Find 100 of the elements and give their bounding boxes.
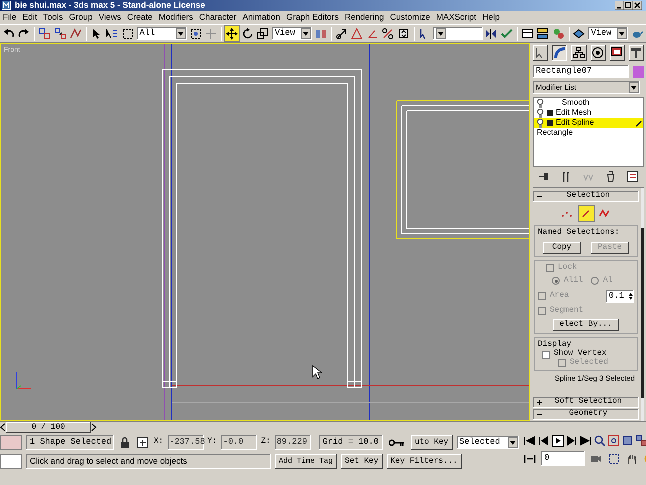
key-mode-dropdown[interactable]: Selected — [456, 436, 519, 449]
menu-item[interactable]: MAXScript — [433, 11, 480, 24]
coordinate-label: Z: — [261, 438, 271, 447]
dropdown-arrow-icon[interactable] — [178, 32, 184, 36]
select-by-button[interactable]: elect By... — [553, 319, 619, 332]
named-selection-dropdown[interactable] — [433, 27, 483, 40]
play-icon[interactable] — [552, 435, 564, 447]
scrollbar[interactable] — [641, 188, 644, 421]
set-key-button[interactable]: Set Key — [341, 454, 383, 469]
menu-item[interactable]: Graph Editors — [284, 11, 342, 24]
display-icon[interactable] — [610, 45, 625, 61]
menu-item[interactable]: File — [0, 11, 20, 24]
object-name-field[interactable]: Rectangle07 — [533, 65, 629, 78]
rollout-header[interactable]: Geometry — [533, 409, 639, 420]
light-bulb-icon[interactable] — [537, 108, 544, 118]
menu-item[interactable]: Help — [480, 11, 503, 24]
modifier-stack-item[interactable]: Edit Mesh — [534, 108, 643, 118]
unlink-icon[interactable] — [54, 26, 68, 41]
menu-item[interactable]: Group — [66, 11, 96, 24]
lock-icon[interactable] — [119, 436, 131, 448]
modifier-stack-item[interactable]: Edit Spline — [534, 118, 643, 128]
modifier-stack-item[interactable]: Rectangle — [534, 128, 643, 138]
dropdown-arrow-icon[interactable] — [303, 32, 310, 36]
frame-counter[interactable]: 0 / 100 — [6, 422, 91, 433]
scale-icon[interactable] — [256, 26, 270, 41]
link-icon[interactable] — [38, 26, 52, 41]
render-type-dropdown[interactable]: View — [588, 27, 628, 40]
key-filters-button[interactable]: Key Filters... — [386, 454, 462, 469]
menu-item[interactable]: Customize — [387, 11, 434, 24]
rotate-icon[interactable] — [240, 26, 254, 41]
frame-mode-icon[interactable] — [524, 452, 536, 464]
trash-icon[interactable] — [604, 171, 617, 184]
select-by-name-icon[interactable] — [106, 26, 120, 41]
rollout-header[interactable]: Selection — [533, 191, 639, 202]
zoom-icon[interactable] — [594, 435, 606, 447]
checkbox[interactable] — [542, 350, 550, 359]
key-icon[interactable] — [388, 438, 405, 446]
absolute-mode-icon[interactable] — [137, 436, 149, 448]
pencil-icon — [635, 120, 643, 126]
coordinate-field[interactable]: -0.0 — [221, 435, 258, 450]
move-icon[interactable] — [225, 26, 239, 41]
region-zoom-icon[interactable] — [608, 452, 620, 464]
menu-item[interactable]: Views — [96, 11, 124, 24]
menu-item[interactable]: Create — [124, 11, 156, 24]
hierarchy-icon[interactable] — [571, 45, 587, 61]
window-crossing-icon[interactable] — [188, 26, 203, 41]
region-icon[interactable] — [121, 26, 135, 41]
menu-item[interactable]: Edit — [20, 11, 40, 24]
mirror-icon[interactable] — [484, 26, 498, 41]
named-selection-button[interactable]: Copy — [543, 242, 581, 254]
menu-item[interactable]: Rendering — [342, 11, 388, 24]
pan-hand-icon[interactable] — [626, 452, 638, 464]
modifier-stack-item[interactable]: Smooth — [534, 98, 643, 108]
rollout-header[interactable]: Soft Selection — [533, 397, 639, 408]
coordinate-label: Y: — [208, 438, 218, 447]
color-swatch — [0, 454, 22, 469]
radio-label: Al — [603, 276, 613, 286]
go-to-start-icon[interactable] — [524, 435, 536, 447]
object-color-swatch[interactable] — [633, 66, 644, 78]
coordinate-field[interactable]: 89.229 — [274, 435, 311, 450]
coordinate-field[interactable]: -237.58 — [168, 435, 204, 450]
motion-icon[interactable] — [590, 45, 606, 61]
selection-filter-dropdown[interactable]: All — [136, 27, 187, 40]
menu-item[interactable]: Character — [196, 11, 240, 24]
checkbox-label: Show Vertex — [554, 350, 607, 358]
zoom-extents-all-icon[interactable] — [636, 435, 646, 447]
color-swatch — [0, 435, 22, 450]
modify-icon[interactable] — [552, 45, 568, 61]
auto-key-button[interactable]: uto Key — [410, 435, 453, 450]
coordinate-system-dropdown[interactable]: View — [272, 27, 312, 40]
maximize-button[interactable] — [624, 1, 633, 10]
spinner-arrows-icon[interactable] — [629, 292, 633, 301]
app-icon — [2, 1, 11, 10]
close-button[interactable] — [633, 1, 642, 10]
selection-info: 1 Shape Selected — [26, 435, 114, 450]
light-bulb-icon[interactable] — [537, 118, 544, 128]
snap-icon[interactable] — [350, 26, 364, 41]
segment-icon[interactable] — [578, 206, 594, 222]
menu-item[interactable]: Animation — [240, 11, 284, 24]
menu-item[interactable]: Modifiers — [156, 11, 196, 24]
previous-frame-icon[interactable] — [538, 435, 550, 447]
zoom-extents-icon[interactable] — [622, 435, 634, 447]
dropdown-arrow-icon[interactable] — [438, 32, 444, 36]
menu-item[interactable]: Tools — [40, 11, 66, 24]
pin-icon[interactable] — [538, 171, 550, 184]
next-frame-icon[interactable] — [566, 435, 578, 447]
dropdown-arrow-icon[interactable] — [510, 440, 516, 444]
light-bulb-icon[interactable] — [537, 98, 544, 108]
zoom-all-icon[interactable] — [608, 435, 620, 447]
percent-snap-icon[interactable] — [382, 26, 396, 41]
mouse-pointer-icon — [312, 365, 324, 380]
dropdown-arrow-icon[interactable] — [619, 32, 626, 36]
go-to-end-icon[interactable] — [580, 435, 592, 447]
minus-icon[interactable] — [537, 194, 542, 200]
hammer-icon[interactable] — [628, 45, 644, 61]
plus-icon[interactable] — [537, 400, 542, 405]
current-frame-field[interactable]: 0 — [540, 451, 585, 466]
dropdown-arrow-icon[interactable] — [631, 86, 637, 90]
minus-icon[interactable] — [537, 412, 542, 417]
minimize-button[interactable] — [615, 1, 624, 10]
